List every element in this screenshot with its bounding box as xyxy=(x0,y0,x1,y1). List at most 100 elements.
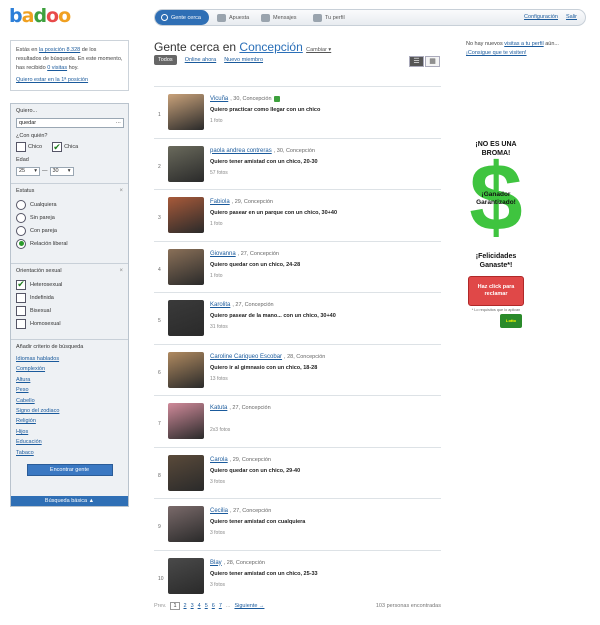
profile-photo[interactable] xyxy=(168,351,204,388)
profile-photo[interactable] xyxy=(168,454,204,491)
city-link[interactable]: Concepción xyxy=(239,40,302,54)
criteria-link[interactable]: Signo del zodiaco xyxy=(16,406,123,416)
criteria-link[interactable]: Idiomas hablados xyxy=(16,354,123,364)
orientation-option[interactable]: Indefinida xyxy=(16,291,123,304)
criteria-link[interactable]: Cabello xyxy=(16,396,123,406)
want-select[interactable]: quedar … xyxy=(16,118,124,128)
orientation-option[interactable]: Bisexual xyxy=(16,304,123,317)
results-count: 103 personas encontradas xyxy=(375,603,441,609)
age-from-select[interactable]: 25 ▾ xyxy=(16,166,40,176)
criteria-link[interactable]: Tabaco xyxy=(16,448,123,458)
radio-button[interactable] xyxy=(16,238,26,249)
close-icon[interactable]: × xyxy=(119,268,123,274)
page-link[interactable]: 6 xyxy=(212,603,215,609)
tab-messages[interactable]: Mensajes xyxy=(261,10,297,25)
criteria-link[interactable]: Religión xyxy=(16,416,123,426)
person-name-link[interactable]: Caroline Cariqueo Escobar xyxy=(210,354,282,360)
filter-all[interactable]: Todos xyxy=(154,55,177,65)
person-row[interactable]: 8 Carola, 29, Concepción Quiero quedar con… xyxy=(154,446,441,499)
person-row[interactable]: 1 Vicuña, 30, Concepción Quiero practicar … xyxy=(154,86,441,138)
status-option[interactable]: Cualquiera xyxy=(16,198,123,211)
grid-view-icon[interactable]: ▦ xyxy=(425,56,440,67)
person-meta: , 30, Concepción xyxy=(273,147,315,154)
orientation-option[interactable]: Homosexual xyxy=(16,317,123,330)
person-row[interactable]: 3 Fabiola, 29, Concepción Quiero pasear en… xyxy=(154,189,441,241)
person-header: Karolita, 27, Concepción xyxy=(210,302,274,308)
page-link[interactable]: 4 xyxy=(198,603,201,609)
page-link[interactable]: 5 xyxy=(205,603,208,609)
prev-link[interactable]: Prev. xyxy=(154,603,166,609)
person-name-link[interactable]: Karolita xyxy=(210,302,230,308)
next-link[interactable]: Siguiente → xyxy=(234,603,264,609)
age-to-select[interactable]: 30 ▾ xyxy=(49,166,74,176)
list-view-icon[interactable]: ☰ xyxy=(409,56,424,67)
person-name-link[interactable]: Blay xyxy=(210,560,222,566)
person-name-link[interactable]: Vicuña xyxy=(210,96,228,102)
advertisement[interactable]: ¡NO ES UNA BROMA! $ ¡Ganador Garantizado… xyxy=(466,140,526,328)
radio-button[interactable] xyxy=(16,225,26,236)
orientation-option[interactable]: ✔ Heterosexual xyxy=(16,278,123,291)
profile-photo[interactable] xyxy=(168,197,204,233)
promote-link[interactable]: Quiero estar en la 1ª posición xyxy=(16,76,123,85)
person-row[interactable]: 6 Caroline Cariqueo Escobar, 28, Concepci… xyxy=(154,343,441,396)
person-wish: Quiero pasear de la mano... con un chico… xyxy=(210,313,336,319)
profile-photo[interactable] xyxy=(168,300,204,336)
get-visits-link[interactable]: ¡Consigue que te visiten! xyxy=(466,50,527,56)
checkbox[interactable]: ✔ xyxy=(16,279,26,290)
who-label: ¿Con quién? xyxy=(16,133,48,139)
page-link[interactable]: 3 xyxy=(191,603,194,609)
filter-new[interactable]: Nuevo miembro xyxy=(224,57,263,63)
find-people-button[interactable]: Encontrar gente xyxy=(26,463,113,476)
checkbox[interactable] xyxy=(16,318,26,329)
status-option[interactable]: Sin pareja xyxy=(16,211,123,224)
settings-link[interactable]: Configuración xyxy=(524,14,558,20)
criteria-link[interactable]: Altura xyxy=(16,375,123,385)
person-name-link[interactable]: Cecilia xyxy=(210,508,228,514)
person-name-link[interactable]: paola andrea contreras xyxy=(210,148,272,154)
profile-photo[interactable] xyxy=(168,557,204,594)
criteria-link[interactable]: Educación xyxy=(16,437,123,447)
tab-profile[interactable]: Tu perfil xyxy=(313,10,345,25)
person-row[interactable]: 5 Karolita, 27, Concepción Quiero pasear d… xyxy=(154,292,441,344)
page-link[interactable]: 2 xyxy=(184,603,187,609)
page-link[interactable]: 7 xyxy=(219,603,222,609)
close-icon[interactable]: × xyxy=(119,188,123,194)
person-row[interactable]: 9 Cecilia, 27, Concepción Quiero tener ami… xyxy=(154,498,441,550)
profile-photo[interactable] xyxy=(168,506,204,542)
badoo-logo[interactable]: badoo xyxy=(9,5,71,27)
status-option[interactable]: Con pareja xyxy=(16,224,123,237)
person-row[interactable]: 7 Katuta, 27, Concepción 2x3 fotos xyxy=(154,395,441,447)
profile-visits-link[interactable]: visitas a tu perfil xyxy=(504,41,543,47)
profile-photo[interactable] xyxy=(168,248,204,285)
person-name-link[interactable]: Giovanna xyxy=(210,251,236,257)
change-city-link[interactable]: Cambiar ▾ xyxy=(306,47,331,53)
person-row[interactable]: 2 paola andrea contreras, 30, Concepción Q… xyxy=(154,137,441,190)
person-row[interactable]: 10 Blay, 28, Concepción Quiero tener amist… xyxy=(154,549,441,602)
logout-link[interactable]: Salir xyxy=(566,14,577,20)
chica-checkbox[interactable]: ✔ xyxy=(52,142,63,152)
status-option[interactable]: Relación liberal xyxy=(16,237,123,250)
person-row[interactable]: 4 Giovanna, 27, Concepción Quiero quedar c… xyxy=(154,240,441,293)
visits-link[interactable]: 0 visitas xyxy=(47,65,67,71)
chico-checkbox[interactable] xyxy=(16,142,26,152)
person-name-link[interactable]: Fabiola xyxy=(210,199,230,205)
profile-photo[interactable] xyxy=(168,94,204,130)
criteria-link[interactable]: Hijos xyxy=(16,427,123,437)
ad-claim-button[interactable]: Haz click para reclamar xyxy=(468,276,524,306)
checkbox[interactable] xyxy=(16,305,26,316)
person-name-link[interactable]: Katuta xyxy=(210,405,227,411)
profile-photo[interactable] xyxy=(168,145,204,182)
radio-button[interactable] xyxy=(16,199,26,210)
criteria-link[interactable]: Peso xyxy=(16,385,123,395)
tab-people-nearby[interactable]: Gente cerca xyxy=(155,10,209,25)
person-name-link[interactable]: Carola xyxy=(210,457,228,463)
position-link[interactable]: la posición 8.328 xyxy=(39,47,80,53)
filter-online[interactable]: Online ahora xyxy=(185,57,217,63)
result-number: 3 xyxy=(158,215,161,221)
tab-encounters[interactable]: Apuesta xyxy=(217,10,249,25)
profile-photo[interactable] xyxy=(168,403,204,439)
search-mode-toggle[interactable]: Búsqueda básica ▲ xyxy=(11,496,128,506)
checkbox[interactable] xyxy=(16,292,26,303)
radio-button[interactable] xyxy=(16,212,26,223)
criteria-link[interactable]: Complexión xyxy=(16,364,123,374)
